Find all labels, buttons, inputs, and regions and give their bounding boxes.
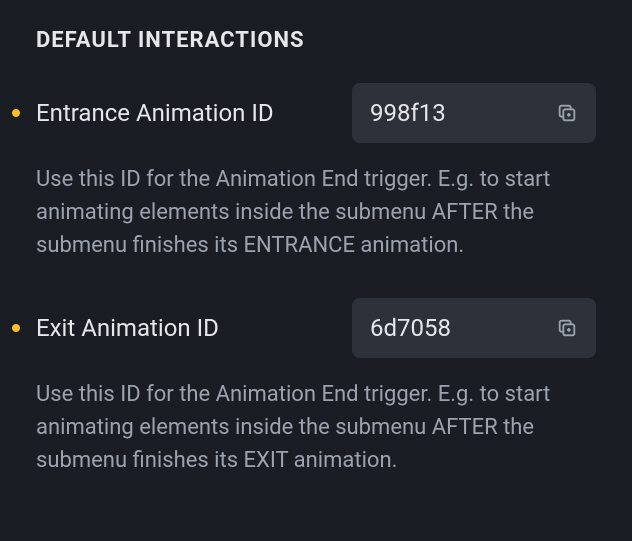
entrance-animation-label: Entrance Animation ID (36, 99, 352, 127)
exit-animation-field-row: Exit Animation ID 6d7058 (12, 298, 596, 358)
bullet-indicator (12, 324, 20, 332)
copy-icon[interactable] (556, 317, 578, 339)
bullet-indicator (12, 109, 20, 117)
entrance-animation-field-row: Entrance Animation ID 998f13 (12, 83, 596, 143)
default-interactions-panel: DEFAULT INTERACTIONS Entrance Animation … (0, 0, 632, 541)
section-title: DEFAULT INTERACTIONS (36, 28, 596, 53)
exit-animation-value-container: 6d7058 (352, 298, 596, 358)
entrance-animation-description: Use this ID for the Animation End trigge… (36, 163, 596, 262)
exit-animation-value: 6d7058 (370, 314, 451, 342)
copy-icon[interactable] (556, 102, 578, 124)
exit-animation-description: Use this ID for the Animation End trigge… (36, 378, 596, 477)
entrance-animation-value: 998f13 (370, 99, 446, 127)
entrance-animation-value-container: 998f13 (352, 83, 596, 143)
exit-animation-label: Exit Animation ID (36, 314, 352, 342)
